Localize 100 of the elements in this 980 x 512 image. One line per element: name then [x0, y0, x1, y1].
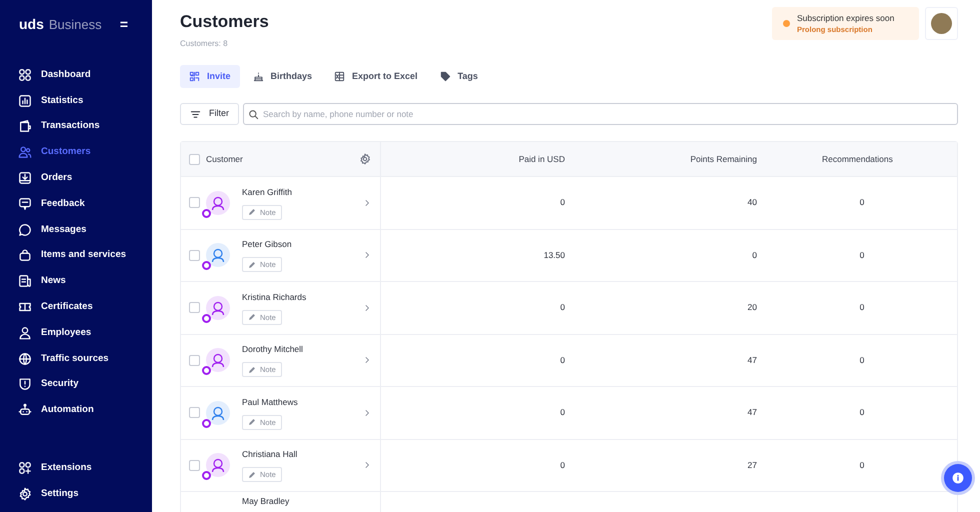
info-button[interactable] — [944, 464, 972, 492]
toolbar-button[interactable]: Birthdays — [244, 65, 322, 88]
sidebar-item[interactable]: Certificates — [0, 294, 152, 320]
sidebar-item[interactable]: Feedback — [0, 190, 152, 217]
pencil-icon — [248, 366, 256, 374]
table-cell-text: 0 — [559, 196, 565, 210]
table-cell-text: 0 — [559, 406, 565, 420]
pencil-icon — [248, 260, 256, 269]
table-cell-text: 40 — [746, 196, 757, 210]
row-checkbox[interactable] — [189, 250, 200, 261]
filter-icon — [190, 108, 201, 120]
customer-count: Customers: 8 — [180, 38, 229, 50]
customer-name: Dorothy Mitchell — [242, 343, 303, 356]
globe-icon — [18, 352, 32, 366]
chevron-right-icon — [363, 461, 371, 470]
table-cell: 0 — [860, 460, 864, 470]
table-cell-text: 0 — [559, 301, 565, 314]
qr-code-icon — [189, 71, 200, 82]
logo-subtitle: Business — [48, 16, 102, 34]
column-header: Customer — [206, 152, 244, 166]
sidebar-item[interactable]: Security — [0, 372, 152, 398]
menu-button[interactable]: = — [120, 17, 128, 31]
sidebar-item[interactable]: Automation — [0, 397, 152, 424]
sidebar-item[interactable]: Items and services — [0, 242, 152, 268]
chevron-right-icon — [363, 251, 371, 260]
pencil-icon — [248, 470, 256, 479]
chevron-right-icon — [363, 356, 371, 364]
row-checkbox[interactable] — [189, 460, 200, 471]
pencil-icon — [248, 208, 256, 216]
customer-name: Peter Gibson — [242, 238, 292, 252]
toolbar-button[interactable]: Tags — [430, 65, 487, 88]
table-cell-text: 47 — [746, 354, 757, 367]
badge-icon — [202, 366, 211, 376]
news-icon — [18, 274, 32, 288]
customer-name: May Bradley — [242, 495, 290, 508]
sidebar-item[interactable]: Messages — [0, 216, 152, 243]
filter-button[interactable]: Filter — [180, 103, 239, 125]
chevron-right-icon — [363, 304, 371, 312]
table-cell: 0 — [860, 250, 864, 260]
row-checkbox[interactable] — [189, 407, 200, 418]
sidebar-item[interactable]: Extensions — [0, 455, 152, 482]
person-icon — [18, 326, 32, 340]
robot-icon — [18, 403, 32, 418]
sidebar-item[interactable]: Customers — [0, 139, 152, 166]
badge-icon — [202, 314, 211, 323]
pencil-icon — [248, 313, 256, 322]
toolbar-button[interactable]: Export to Excel — [325, 65, 427, 88]
chevron-right-icon — [363, 408, 371, 417]
account-button[interactable] — [925, 7, 958, 40]
sidebar-item[interactable]: Employees — [0, 320, 152, 346]
table-cell-text: 20 — [746, 301, 757, 314]
table-cell-text: 0 — [751, 248, 757, 262]
page-title: Customers — [180, 11, 269, 33]
row-checkbox[interactable] — [189, 197, 200, 208]
wallet-icon — [18, 119, 32, 134]
table-cell-text: 0 — [559, 354, 565, 367]
notice-title: Subscription expires soon — [797, 12, 894, 24]
pencil-icon — [248, 418, 256, 426]
select-all-checkbox[interactable] — [189, 154, 200, 164]
sidebar-item[interactable]: Traffic sources — [0, 346, 152, 372]
sidebar-item[interactable]: Transactions — [0, 114, 152, 140]
badge-icon — [202, 471, 211, 480]
toolbar-button[interactable]: Invite — [180, 65, 240, 88]
sidebar-item[interactable]: Dashboard — [0, 62, 152, 88]
shield-icon — [18, 377, 32, 392]
table-cell: 0 — [860, 354, 864, 365]
inbox-icon — [18, 171, 32, 186]
chevron-right-icon — [363, 198, 371, 207]
dashboard-icon — [18, 68, 32, 82]
customer-name: Kristina Richards — [242, 290, 306, 304]
settings-icon — [18, 487, 32, 502]
table-cell-text: 47 — [746, 406, 757, 420]
row-checkbox[interactable] — [189, 354, 200, 366]
sidebar-item[interactable]: Orders — [0, 165, 152, 191]
column-header: Points Remaining — [689, 152, 757, 166]
customer-name: Paul Matthews — [242, 396, 298, 409]
sidebar-item[interactable]: News — [0, 268, 152, 294]
spreadsheet-icon — [334, 71, 346, 82]
chart-icon — [18, 94, 32, 108]
table-cell: 0 — [860, 407, 864, 418]
feedback-icon — [18, 196, 32, 211]
search-field[interactable]: Search by name, phone number or note — [243, 103, 958, 125]
logo-text: uds — [19, 14, 44, 34]
sidebar-item[interactable]: Statistics — [0, 88, 152, 114]
tag-icon — [440, 71, 451, 82]
bag-icon — [18, 248, 32, 262]
users-icon — [18, 145, 32, 160]
sidebar-item[interactable]: Settings — [0, 481, 152, 507]
column-header: Paid in USD — [518, 152, 565, 166]
settings-icon — [359, 153, 371, 165]
row-checkbox[interactable] — [189, 302, 200, 314]
cake-icon — [252, 71, 264, 82]
badge-icon — [202, 418, 211, 428]
customer-name: Christiana Hall — [242, 448, 298, 462]
column-header: Recommendations — [822, 152, 893, 166]
company-logo-icon — [931, 13, 952, 34]
table-cell: 0 — [860, 302, 864, 312]
table-cell: 0 — [860, 197, 864, 208]
table-cell-text: 27 — [746, 458, 757, 472]
chat-icon — [18, 222, 32, 237]
